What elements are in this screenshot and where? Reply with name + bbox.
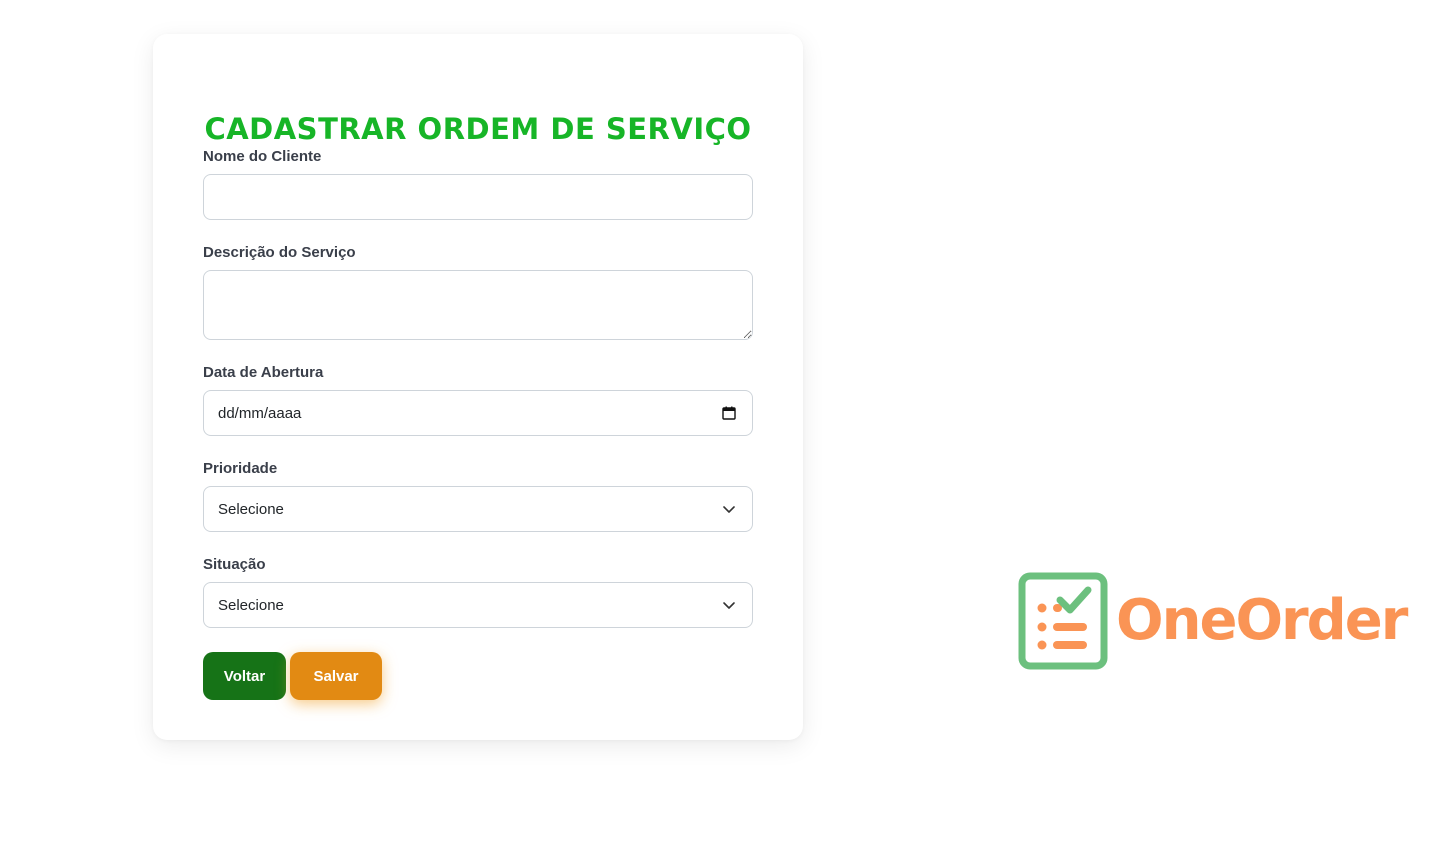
service-order-form-card: CADASTRAR ORDEM DE SERVIÇO Nome do Clien… [153, 34, 803, 740]
open-date-placeholder: dd/mm/aaaa [218, 404, 302, 422]
chevron-down-icon [723, 506, 735, 513]
priority-select[interactable]: Selecione [203, 486, 753, 532]
back-button[interactable]: Voltar [203, 652, 286, 700]
page-title: CADASTRAR ORDEM DE SERVIÇO [204, 112, 752, 146]
client-name-label: Nome do Cliente [203, 148, 322, 165]
priority-label: Prioridade [203, 460, 278, 477]
brand-name: OneOrder [1116, 588, 1408, 653]
save-button[interactable]: Salvar [290, 652, 382, 700]
chevron-down-icon [723, 602, 735, 609]
status-select[interactable]: Selecione [203, 582, 753, 628]
calendar-icon[interactable] [722, 406, 736, 420]
open-date-label: Data de Abertura [203, 364, 324, 381]
brand-logo: OneOrder [1018, 572, 1408, 670]
service-description-textarea[interactable] [203, 270, 753, 340]
priority-selected-value: Selecione [218, 500, 284, 518]
status-selected-value: Selecione [218, 596, 284, 614]
open-date-input[interactable]: dd/mm/aaaa [203, 390, 753, 436]
status-label: Situação [203, 556, 266, 573]
client-name-input[interactable] [203, 174, 753, 220]
checklist-icon [1018, 572, 1108, 670]
service-description-label: Descrição do Serviço [203, 244, 356, 261]
